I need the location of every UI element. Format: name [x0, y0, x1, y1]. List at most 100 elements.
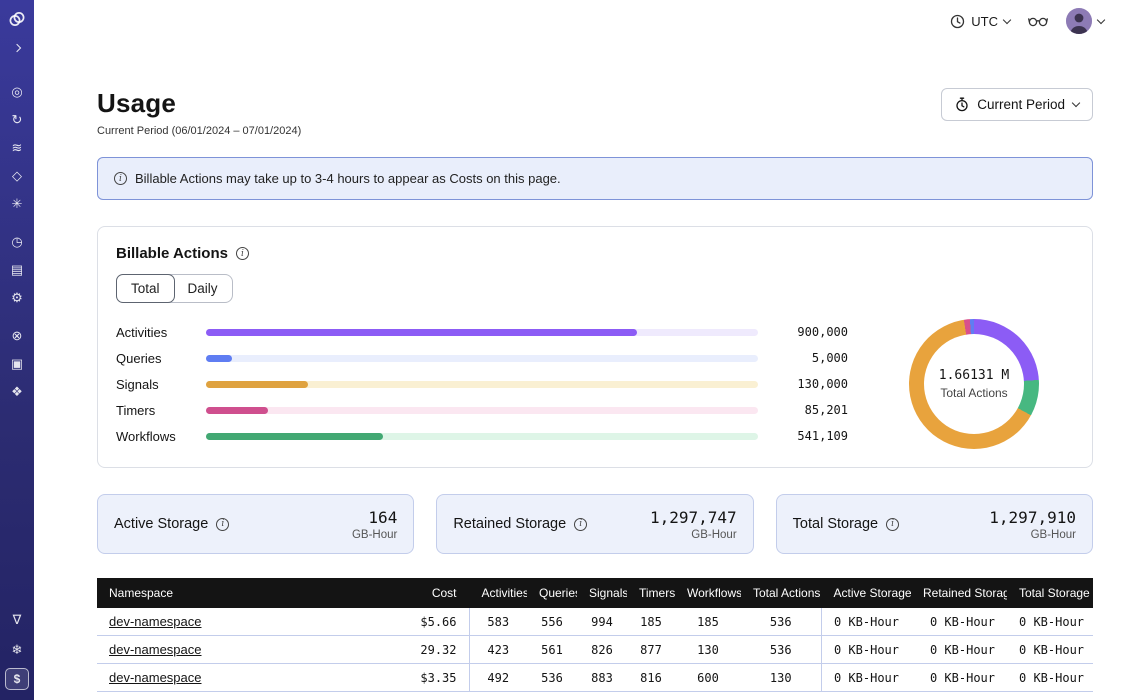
info-icon[interactable]	[216, 518, 229, 531]
sidebar-item-namespaces[interactable]: ◎	[5, 80, 29, 102]
sidebar-item-labs[interactable]: ∇	[5, 608, 29, 630]
archival-icon: ◇	[12, 169, 22, 182]
table-cell: 130	[675, 636, 741, 664]
table-cell: 0 KB-Hour	[821, 664, 911, 692]
table-cell: $5.66	[397, 608, 469, 636]
bar-value: 900,000	[768, 325, 848, 339]
total-storage-unit: GB-Hour	[989, 529, 1076, 541]
temporal-logo-icon[interactable]	[8, 10, 26, 28]
retained-storage-unit: GB-Hour	[650, 529, 737, 541]
namespaces-icon: ◎	[11, 85, 22, 98]
clock-icon	[950, 14, 965, 29]
tab-daily[interactable]: Daily	[174, 275, 232, 302]
tab-total[interactable]: Total	[116, 274, 175, 303]
bar-fill	[206, 407, 268, 414]
retained-storage-card: Retained Storage 1,297,747 GB-Hour	[436, 494, 753, 554]
sidebar-expand-button[interactable]	[7, 38, 27, 58]
sidebar-item-resources[interactable]: ❖	[5, 380, 29, 402]
table-body: dev-namespace$5.665835569941851855360 KB…	[97, 608, 1093, 692]
bar-fill	[206, 381, 308, 388]
namespace-usage-table: NamespaceCostActivitiesQueriesSignalsTim…	[97, 578, 1093, 692]
column-header: Active Storage	[821, 578, 911, 608]
page-header: Usage Current Period (06/01/2024 – 07/01…	[97, 88, 1093, 137]
active-storage-label: Active Storage	[114, 516, 208, 532]
column-header: Retained Storage	[911, 578, 1007, 608]
nav-group-account: ◷ ▤ ⚙	[5, 230, 29, 308]
chart-tabs: TotalDaily	[116, 274, 233, 303]
bar-rows: Activities900,000Queries5,000Signals130,…	[116, 319, 848, 449]
donut-total-label: Total Actions	[940, 386, 1007, 400]
info-icon	[114, 172, 127, 185]
support-icon: ⊗	[12, 329, 23, 342]
nexus-icon: ✳	[12, 197, 23, 210]
sidebar-item-usage[interactable]: ◷	[5, 230, 29, 252]
table-cell: 826	[577, 636, 627, 664]
table-row: dev-namespace$5.665835569941851855360 KB…	[97, 608, 1093, 636]
sidebar-item-support[interactable]: ⊗	[5, 324, 29, 346]
table-cell: 536	[741, 608, 821, 636]
table-cell: 536	[741, 636, 821, 664]
user-menu[interactable]	[1066, 8, 1104, 34]
table-cell: 185	[627, 608, 675, 636]
sidebar-item-usage-dollar[interactable]: $	[5, 668, 29, 690]
page-title: Usage	[97, 88, 301, 119]
active-storage-unit: GB-Hour	[352, 529, 397, 541]
timezone-selector[interactable]: UTC	[950, 14, 1010, 29]
table-cell: 994	[577, 608, 627, 636]
chevron-right-icon	[13, 44, 21, 52]
sidebar-item-billing[interactable]: ▤	[5, 258, 29, 280]
chevron-down-icon	[1003, 15, 1011, 23]
table-cell: 492	[469, 664, 527, 692]
bar-label: Signals	[116, 377, 200, 392]
bar-fill	[206, 433, 383, 440]
docs-icon: ▣	[11, 357, 23, 370]
sidebar-item-history[interactable]: ↻	[5, 108, 29, 130]
sidebar-item-docs[interactable]: ▣	[5, 352, 29, 374]
table-cell: 0 KB-Hour	[1007, 664, 1093, 692]
column-header: Cost	[397, 578, 469, 608]
resources-glasses-button[interactable]	[1028, 14, 1048, 28]
sidebar-item-deployments[interactable]: ≋	[5, 136, 29, 158]
period-dropdown-button[interactable]: Current Period	[941, 88, 1093, 121]
stopwatch-icon	[955, 97, 969, 112]
donut-total-value: 1.66131 M	[939, 368, 1009, 383]
nav-group-support: ⊗ ▣ ❖	[5, 324, 29, 402]
chart-row: Activities900,000Queries5,000Signals130,…	[116, 319, 1074, 449]
bar-value: 541,109	[768, 429, 848, 443]
table-cell: 0 KB-Hour	[821, 608, 911, 636]
sidebar-item-theme[interactable]: ❄	[5, 638, 29, 660]
usage-icon: ◷	[11, 235, 22, 248]
namespace-cell: dev-namespace	[97, 636, 397, 664]
namespace-link[interactable]: dev-namespace	[109, 614, 202, 629]
chevron-down-icon	[1097, 15, 1105, 23]
retained-storage-value: 1,297,747	[650, 508, 737, 527]
table-cell: 556	[527, 608, 577, 636]
info-icon[interactable]	[574, 518, 587, 531]
avatar	[1066, 8, 1092, 34]
bar-track	[206, 407, 758, 414]
bar-row: Activities900,000	[116, 319, 848, 345]
table-cell: 816	[627, 664, 675, 692]
bar-row: Queries5,000	[116, 345, 848, 371]
main-content: Usage Current Period (06/01/2024 – 07/01…	[34, 88, 1126, 700]
sidebar-item-settings[interactable]: ⚙	[5, 286, 29, 308]
sidebar-item-nexus[interactable]: ✳	[5, 192, 29, 214]
bar-label: Workflows	[116, 429, 200, 444]
info-icon[interactable]	[886, 518, 899, 531]
nav-group-main: ◎ ↻ ≋ ◇ ✳	[5, 80, 29, 214]
namespace-link[interactable]: dev-namespace	[109, 670, 202, 685]
bar-row: Workflows 541,109	[116, 423, 848, 449]
sidebar-nav: ◎ ↻ ≋ ◇ ✳ ◷ ▤ ⚙ ⊗ ▣ ❖	[5, 64, 29, 402]
info-banner-text: Billable Actions may take up to 3-4 hour…	[135, 171, 561, 186]
bar-track	[206, 381, 758, 388]
total-storage-card: Total Storage 1,297,910 GB-Hour	[776, 494, 1093, 554]
namespace-link[interactable]: dev-namespace	[109, 642, 202, 657]
sidebar-item-archival[interactable]: ◇	[5, 164, 29, 186]
table-cell: 0 KB-Hour	[911, 608, 1007, 636]
theme-icon: ❄	[12, 643, 23, 656]
donut-chart: 1.66131 M Total Actions	[909, 319, 1039, 449]
resources-icon: ❖	[11, 385, 23, 398]
info-icon[interactable]	[236, 247, 249, 260]
total-storage-value: 1,297,910	[989, 508, 1076, 527]
labs-icon: ∇	[13, 613, 22, 626]
